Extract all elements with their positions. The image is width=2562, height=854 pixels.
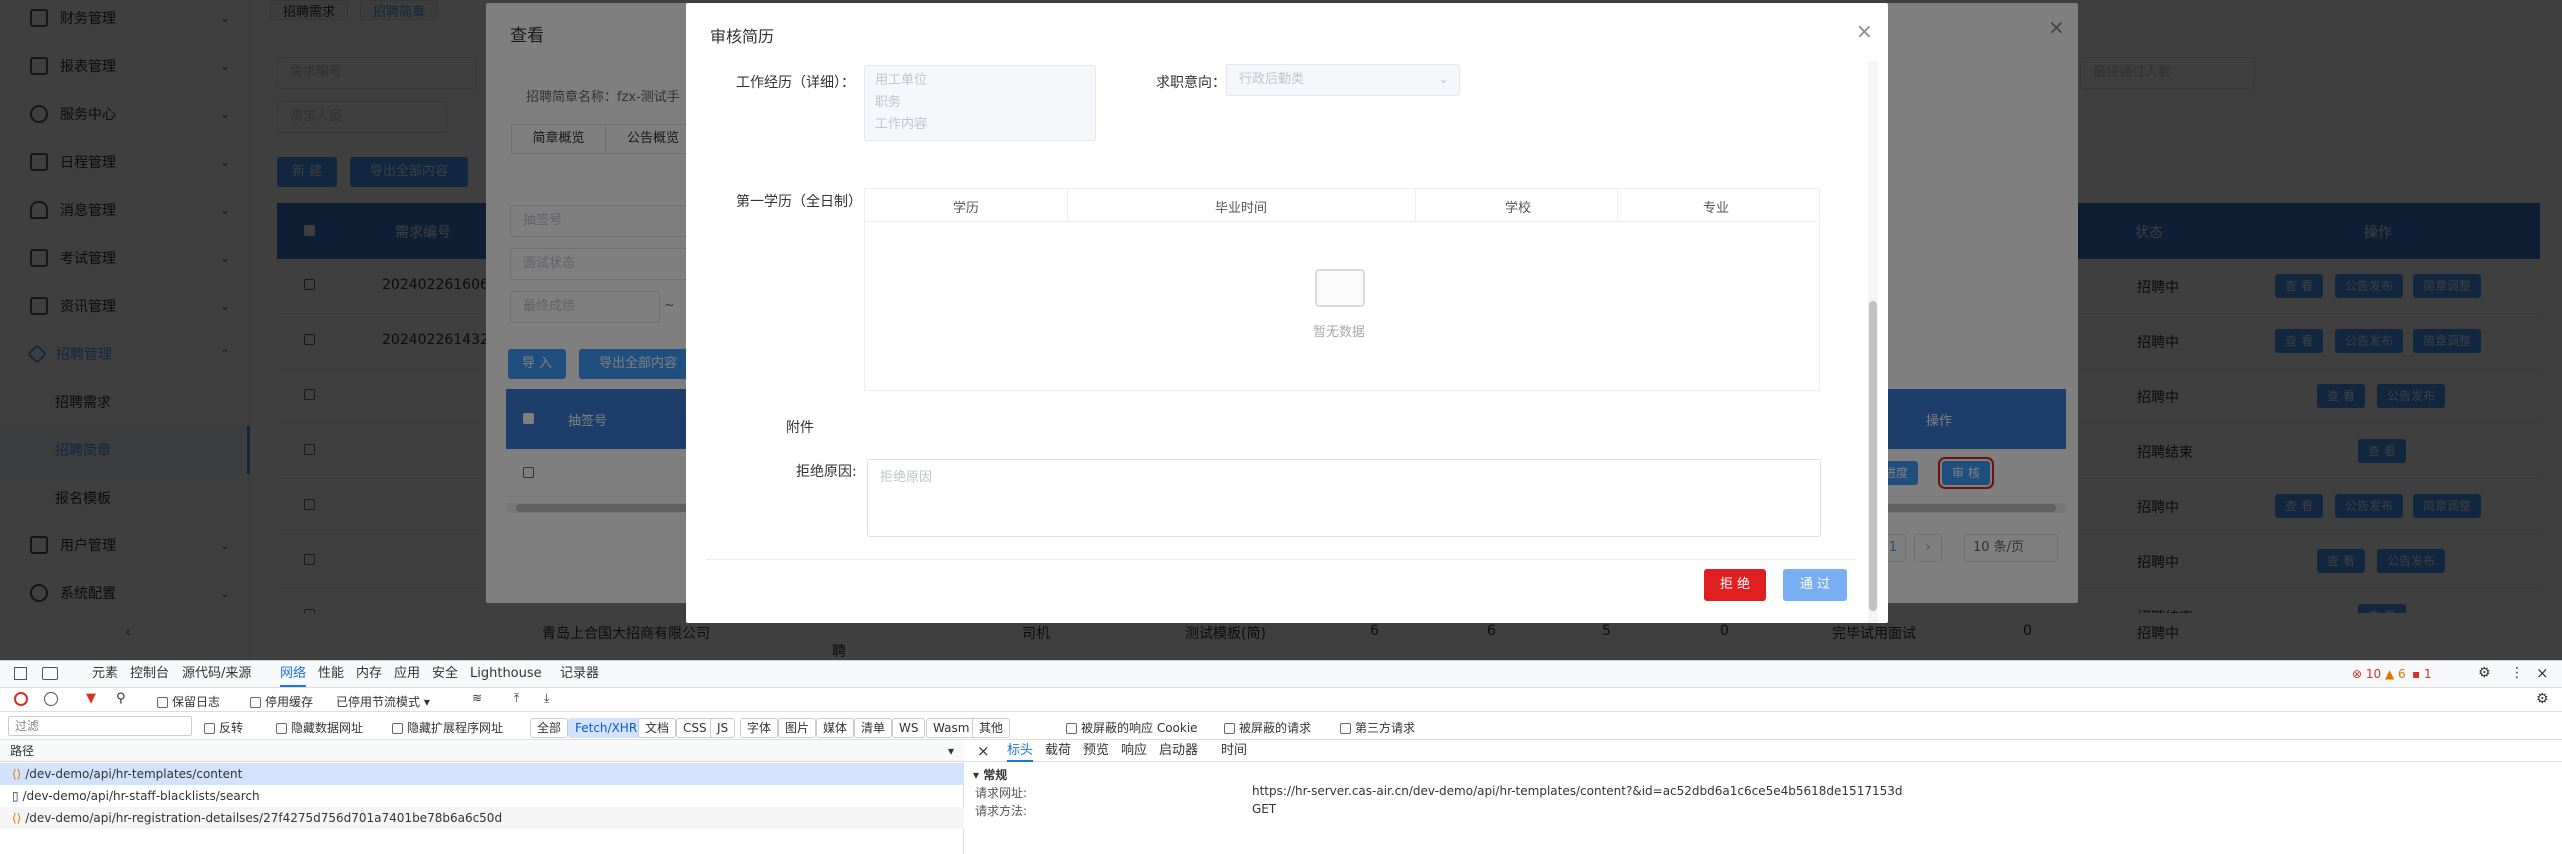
error-count[interactable]: ⊗ 10 <box>2352 667 2381 681</box>
reject-button[interactable]: 拒 绝 <box>1704 569 1766 601</box>
work-exp-textarea[interactable]: 用工单位 职务 工作内容 <box>864 65 1096 141</box>
type-filter-chip[interactable]: 清单 <box>854 718 893 738</box>
edu-table: 学历 毕业时间 学校 专业 暂无数据 <box>864 188 1820 391</box>
divider <box>706 559 1856 560</box>
th-school: 学校 <box>1505 201 1532 216</box>
request-method-label: 请求方法: <box>975 804 1028 818</box>
detail-tab[interactable]: 时间 <box>1221 740 1247 762</box>
type-filter-chip[interactable]: 字体 <box>740 718 779 738</box>
export-har-icon[interactable]: ⤓ <box>544 691 549 706</box>
type-filter-chip[interactable]: 图片 <box>778 718 817 738</box>
filter-input[interactable]: 过滤 <box>8 716 192 736</box>
type-filter-chip[interactable]: JS <box>710 718 736 738</box>
app-window: 财务管理⌄ 报表管理⌄ 服务中心⌄ 日程管理⌄ 消息管理⌄ 考试管理⌄ 资讯管理… <box>0 0 2562 660</box>
blocked-requests-checkbox[interactable]: 被屏蔽的请求 <box>1224 719 1311 736</box>
blocked-cookies-checkbox[interactable]: 被屏蔽的响应 Cookie <box>1066 719 1198 736</box>
detail-tab[interactable]: 预览 <box>1083 740 1109 762</box>
type-filter-chip[interactable]: Wasm <box>926 718 977 738</box>
request-url-label: 请求网址: <box>975 786 1028 800</box>
type-filter-chip[interactable]: 文档 <box>638 718 677 738</box>
warning-count[interactable]: ▲ 6 <box>2385 667 2406 681</box>
job-intent-label: 求职意向： <box>1156 75 1226 91</box>
detail-tab[interactable]: 启动器 <box>1159 740 1198 762</box>
empty-box-icon <box>1315 269 1365 307</box>
devtools-tab[interactable]: 内存 <box>356 661 382 687</box>
detail-tab[interactable]: 载荷 <box>1045 740 1071 762</box>
devtools-tab[interactable]: 应用 <box>394 661 420 687</box>
detail-tab[interactable]: 响应 <box>1121 740 1147 762</box>
review-dialog: 审核简历 × 工作经历（详细）： 用工单位 职务 工作内容 求职意向： 行政后勤… <box>686 3 1888 623</box>
type-filter-chip[interactable]: 全部 <box>530 718 569 738</box>
review-dialog-title: 审核简历 <box>710 27 775 46</box>
devtools-tab[interactable]: Lighthouse <box>470 661 542 687</box>
detail-tabbar: × 标头 载荷 预览 响应 启动器 时间 <box>965 740 2562 762</box>
review-dialog-close-icon[interactable]: × <box>1856 19 1873 43</box>
type-filter-chip[interactable]: WS <box>892 718 926 738</box>
filter-funnel-icon[interactable]: ▼ <box>86 691 96 706</box>
wifi-icon[interactable]: ≋ <box>472 691 482 705</box>
th-grad-time: 毕业时间 <box>1215 201 1268 216</box>
devtools-tabbar: 元素 控制台 源代码/来源 网络 性能 内存 应用 安全 Lighthouse 记录器 ⊗ 10 … <box>0 661 2562 688</box>
info-count[interactable]: ▪ 1 <box>2412 667 2432 681</box>
request-row[interactable]: ▯ /dev-demo/api/hr-staff-blacklists/sear… <box>0 785 964 807</box>
more-menu-icon[interactable]: ⋮ <box>2510 665 2524 681</box>
request-url-value: https://hr-server.cas-air.cn/dev-demo/ap… <box>1252 784 1903 798</box>
close-detail-icon[interactable]: × <box>977 742 990 760</box>
inspect-icon[interactable] <box>14 667 27 680</box>
clear-icon[interactable] <box>44 692 58 706</box>
request-detail: × 标头 载荷 预览 响应 启动器 时间 ▾ 常规 请求网址: https://hr-se… <box>965 740 2562 854</box>
reject-reason-label: 拒绝原因: <box>796 464 857 480</box>
devtools-tab[interactable]: 源代码/来源 <box>182 661 251 687</box>
devtools-tab[interactable]: 元素 <box>92 661 118 687</box>
chevron-down-icon: ⌄ <box>1438 72 1449 87</box>
settings-gear-icon[interactable]: ⚙ <box>2478 665 2491 681</box>
request-list: 路径 ▾ ⟨⟩ /dev-demo/api/hr-templates/conten… <box>0 740 964 854</box>
network-toolbar: ▼ ⚲ 保留日志 停用缓存 已停用节流模式 ▾ ≋ ⤒ ⤓ ⚙ <box>0 688 2562 712</box>
request-row[interactable]: ⟨⟩ /dev-demo/api/hr-templates/content <box>0 763 964 785</box>
third-party-checkbox[interactable]: 第三方请求 <box>1340 719 1415 736</box>
search-icon[interactable]: ⚲ <box>116 691 126 706</box>
hide-ext-urls-checkbox[interactable]: 隐藏扩展程序网址 <box>392 719 503 736</box>
disable-cache-checkbox[interactable]: 停用缓存 <box>250 693 313 710</box>
th-major: 专业 <box>1703 201 1730 216</box>
devtools-tab[interactable]: 记录器 <box>560 661 599 687</box>
network-settings-icon[interactable]: ⚙ <box>2536 691 2549 707</box>
device-toolbar-icon[interactable] <box>42 667 58 680</box>
job-intent-select[interactable]: 行政后勤类 ⌄ <box>1226 64 1460 96</box>
devtools-tab[interactable]: 网络 <box>280 661 307 687</box>
devtools-tab[interactable]: 性能 <box>318 661 344 687</box>
devtools-tab[interactable]: 安全 <box>432 661 458 687</box>
invert-checkbox[interactable]: 反转 <box>204 719 243 736</box>
review-scrollbar[interactable] <box>1868 61 1878 623</box>
hide-data-urls-checkbox[interactable]: 隐藏数据网址 <box>276 719 363 736</box>
pass-button[interactable]: 通 过 <box>1783 569 1847 601</box>
type-filter-chip[interactable]: 媒体 <box>816 718 855 738</box>
filter-bar: 过滤 反转 隐藏数据网址 隐藏扩展程序网址 全部 Fetch/XHR 文档 CSS JS… <box>0 712 2562 740</box>
preserve-log-checkbox[interactable]: 保留日志 <box>157 693 220 710</box>
attachment-label: 附件 <box>786 420 814 436</box>
general-section-header[interactable]: ▾ 常规 <box>973 766 1007 783</box>
type-filter-chip[interactable]: Fetch/XHR <box>568 718 645 738</box>
edu-empty-text: 暂无数据 <box>1313 325 1366 340</box>
path-column-header[interactable]: 路径 ▾ <box>0 740 964 762</box>
edu-table-header: 学历 毕业时间 学校 专业 <box>865 189 1819 222</box>
detail-tab[interactable]: 标头 <box>1007 740 1034 762</box>
type-filter-chip[interactable]: CSS <box>676 718 714 738</box>
throttle-select[interactable]: 已停用节流模式 ▾ <box>336 693 430 710</box>
devtools-tab[interactable]: 控制台 <box>130 661 169 687</box>
edu-label: 第一学历（全日制） <box>736 194 862 210</box>
reject-reason-textarea[interactable]: 拒绝原因 <box>867 459 1821 537</box>
record-stop-icon[interactable] <box>14 692 28 706</box>
work-exp-label: 工作经历（详细）： <box>736 75 855 91</box>
devtools-panel: 元素 控制台 源代码/来源 网络 性能 内存 应用 安全 Lighthouse 记录器 ⊗ 10 … <box>0 660 2562 854</box>
th-degree: 学历 <box>953 201 980 216</box>
request-row[interactable]: ⟨⟩ /dev-demo/api/hr-registration-details… <box>0 807 964 829</box>
request-method-value: GET <box>1252 802 1277 816</box>
import-har-icon[interactable]: ⤒ <box>514 691 519 706</box>
type-filter-chip[interactable]: 其他 <box>972 718 1011 738</box>
close-devtools-icon[interactable]: × <box>2536 664 2549 682</box>
